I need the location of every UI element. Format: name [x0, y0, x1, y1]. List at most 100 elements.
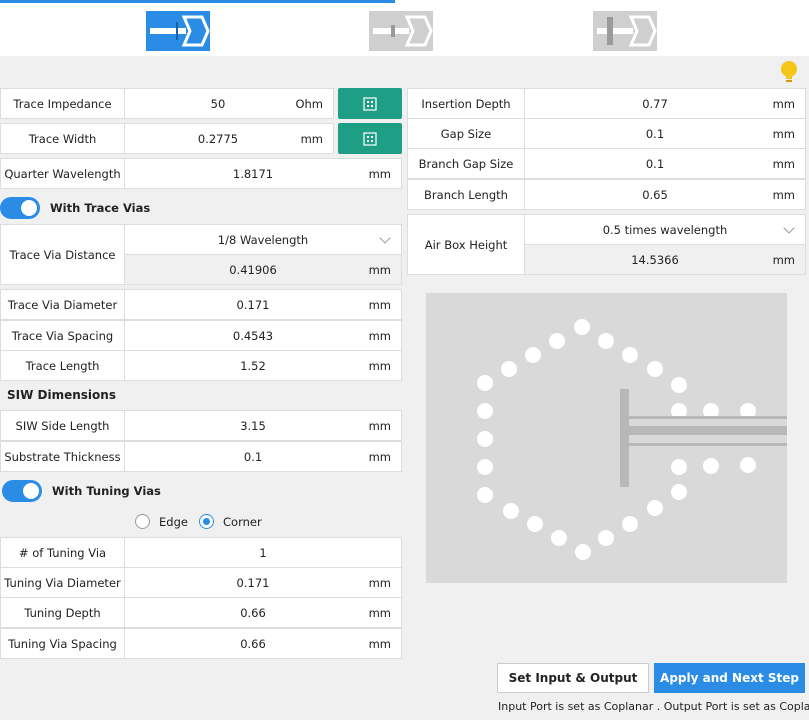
toggle-label: With Tuning Vias: [52, 484, 161, 498]
unit-label: mm: [368, 605, 391, 620]
width-calculator-button[interactable]: [338, 123, 402, 154]
tuning-via-diameter-input[interactable]: 0.171: [125, 568, 381, 597]
siw-side-length-input[interactable]: 3.15: [125, 411, 381, 440]
branch-length-row: Branch Length 0.65 mm: [407, 179, 806, 210]
quarter-wavelength-value[interactable]: 1.8171: [125, 159, 381, 188]
branch-gap-size-input[interactable]: 0.1: [525, 149, 785, 178]
computed-distance-box: 0.41906 mm: [125, 255, 401, 284]
unit-label: mm: [368, 636, 391, 651]
field-label: Tuning Depth: [1, 598, 125, 627]
tuning-via-count-row: # of Tuning Via 1: [0, 537, 402, 568]
field-label: Air Box Height: [408, 215, 525, 274]
unit-label: mm: [772, 96, 795, 111]
field-label: Trace Via Diameter: [1, 290, 125, 319]
branch-gap-size-row: Branch Gap Size 0.1 mm: [407, 148, 806, 179]
field-label: Trace Via Distance: [1, 225, 125, 284]
unit-label: mm: [772, 126, 795, 141]
tuning-vias-toggle-row: With Tuning Vias: [2, 480, 161, 502]
apply-next-step-button[interactable]: Apply and Next Step: [654, 663, 805, 693]
trace-via-diameter-row: Trace Via Diameter 0.171 mm: [0, 289, 402, 320]
unit-label: mm: [368, 575, 391, 590]
selected-option: 1/8 Wavelength: [217, 232, 309, 247]
toggle-label: With Trace Vias: [50, 201, 151, 215]
field-label: Gap Size: [408, 119, 525, 148]
siw-structure-preview: [426, 293, 787, 583]
unit-label: mm: [368, 297, 391, 312]
unit-label: mm: [772, 156, 795, 171]
impedance-calculator-button[interactable]: [338, 88, 402, 119]
port-status-text: Input Port is set as Coplanar . Output P…: [498, 700, 809, 713]
radio-corner-circle[interactable]: [199, 514, 214, 529]
field-label: Branch Length: [408, 180, 525, 209]
lightbulb-hint-icon[interactable]: [780, 60, 798, 84]
branch-length-input[interactable]: 0.65: [525, 180, 785, 209]
port-type-tabbar: [0, 0, 809, 56]
chevron-down-icon: [379, 231, 391, 244]
unit-label: mm: [368, 262, 391, 277]
siw-side-length-row: SIW Side Length 3.15 mm: [0, 410, 402, 441]
calculator-icon: [363, 96, 377, 111]
field-label: SIW Side Length: [1, 411, 125, 440]
substrate-thickness-input[interactable]: 0.1: [125, 442, 381, 471]
set-input-output-button[interactable]: Set Input & Output: [497, 663, 649, 693]
field-label: Trace Width: [1, 124, 125, 153]
field-label: Trace Impedance: [1, 89, 125, 118]
coax-port-icon: [369, 11, 433, 51]
field-label: Insertion Depth: [408, 89, 525, 118]
trace-width-input[interactable]: 0.2775: [125, 124, 311, 153]
trace-length-row: Trace Length 1.52 mm: [0, 350, 402, 381]
field-label: Trace Via Spacing: [1, 321, 125, 350]
unit-label: mm: [368, 328, 391, 343]
quarter-wavelength-row: Quarter Wavelength 1.8171 mm: [0, 158, 402, 189]
air-box-height-row: Air Box Height 0.5 times wavelength 14.5…: [407, 214, 806, 275]
radio-corner-label: Corner: [223, 514, 262, 529]
active-tab-indicator: [0, 0, 395, 3]
unit-label: mm: [368, 358, 391, 373]
air-box-height-select[interactable]: 0.5 times wavelength: [525, 215, 805, 245]
unit-label: mm: [772, 187, 795, 202]
trace-via-spacing-input[interactable]: 0.4543: [125, 321, 381, 350]
trace-length-input[interactable]: 1.52: [125, 351, 381, 380]
trace-width-row: Trace Width 0.2775 mm: [0, 123, 334, 154]
tab-waveguide-port[interactable]: [593, 11, 657, 51]
trace-via-distance-select[interactable]: 1/8 Wavelength: [125, 225, 401, 255]
siw-layout-diagram: [477, 319, 787, 560]
trace-via-rows: [671, 403, 756, 475]
unit-label: mm: [300, 131, 323, 146]
trace-impedance-row: Trace Impedance 50 Ohm: [0, 88, 334, 119]
trace-via-distance-row: Trace Via Distance 1/8 Wavelength 0.4190…: [0, 224, 402, 285]
calculator-icon: [363, 131, 377, 146]
radio-edge[interactable]: Edge: [135, 514, 188, 529]
trace-vias-toggle-row: With Trace Vias: [0, 197, 150, 219]
unit-label: mm: [368, 449, 391, 464]
computed-air-box-box: 14.5366 mm: [525, 245, 805, 274]
radio-edge-circle[interactable]: [135, 514, 150, 529]
unit-label: Ohm: [295, 96, 323, 111]
tuning-via-count-input[interactable]: 1: [125, 538, 401, 567]
unit-label: mm: [368, 418, 391, 433]
trace-via-distance-value: 0.41906: [229, 262, 277, 277]
siw-via-ring: [477, 319, 687, 560]
radio-corner[interactable]: Corner: [199, 514, 262, 529]
waveguide-port-icon: [593, 11, 657, 51]
trace-vias-toggle[interactable]: [0, 197, 40, 219]
field-label: Substrate Thickness: [1, 442, 125, 471]
radio-edge-label: Edge: [159, 514, 188, 529]
tuning-depth-input[interactable]: 0.66: [125, 598, 381, 627]
gap-size-row: Gap Size 0.1 mm: [407, 118, 806, 149]
unit-label: mm: [772, 252, 795, 267]
gap-size-input[interactable]: 0.1: [525, 119, 785, 148]
coplanar-trace: [620, 389, 787, 487]
tuning-vias-toggle[interactable]: [2, 480, 42, 502]
field-label: Trace Length: [1, 351, 125, 380]
insertion-depth-row: Insertion Depth 0.77 mm: [407, 88, 806, 119]
trace-via-diameter-input[interactable]: 0.171: [125, 290, 381, 319]
field-label: # of Tuning Via: [1, 538, 125, 567]
tab-siw-port[interactable]: [146, 11, 210, 51]
tuning-via-spacing-input[interactable]: 0.66: [125, 629, 381, 658]
trace-impedance-input[interactable]: 50: [125, 89, 311, 118]
tab-coaxial-port[interactable]: [369, 11, 433, 51]
siw-dimensions-title: SIW Dimensions: [7, 388, 116, 402]
insertion-depth-input[interactable]: 0.77: [525, 89, 785, 118]
siw-port-icon: [146, 11, 210, 51]
